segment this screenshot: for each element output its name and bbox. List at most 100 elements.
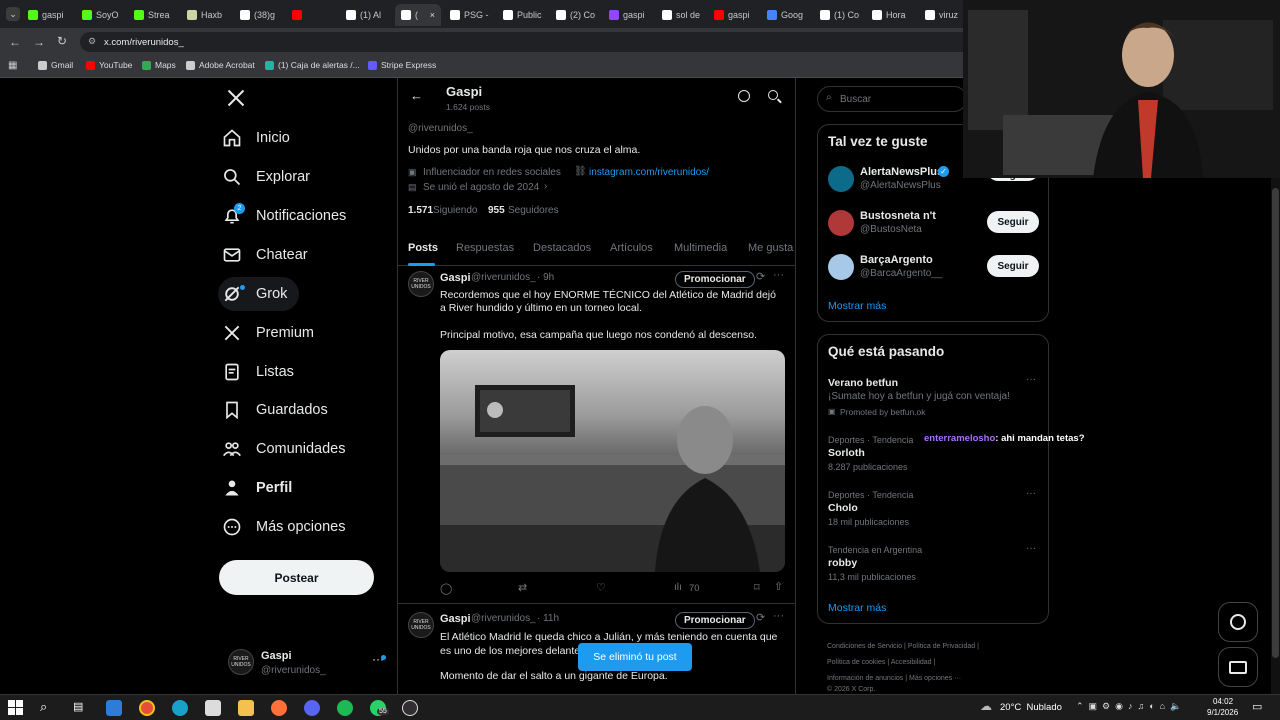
forward-icon[interactable]: → (33, 35, 45, 49)
scrollbar-thumb[interactable] (1272, 188, 1279, 658)
user-name[interactable]: BarçaArgento (860, 254, 933, 266)
firefox-icon[interactable] (271, 700, 287, 716)
following-count[interactable]: 1.571 (408, 205, 433, 216)
nav-item-mail[interactable]: Chatear (222, 238, 308, 272)
tweet-1[interactable]: RIVER UNIDOS Gaspi @riverunidos_ · 9h Pro… (398, 266, 795, 604)
browser-tab[interactable]: Strea (134, 4, 182, 26)
search-box[interactable]: ⌕ Buscar (817, 86, 967, 112)
tweet-author-handle[interactable]: @riverunidos_ (471, 272, 536, 283)
browser-tab[interactable]: Haxb (187, 4, 235, 26)
site-info-icon[interactable]: ⚙ (88, 36, 96, 47)
footer-link[interactable]: Política de cookies (827, 659, 885, 666)
browser-tab[interactable]: SoyO (82, 4, 130, 26)
promoted-trend[interactable]: Verano betfun ··· ¡Sumate hoy a betfun y… (818, 373, 1050, 423)
browser-tab[interactable]: gaspi (28, 4, 76, 26)
start-icon[interactable] (8, 700, 23, 715)
nav-item-person[interactable]: Perfil (222, 471, 292, 505)
browser-tab[interactable]: sol de (662, 4, 710, 26)
promote-button[interactable]: Promocionar (675, 612, 755, 629)
weather-icon[interactable]: ☁ (980, 699, 992, 713)
like-icon[interactable]: ♡ (596, 581, 606, 594)
post-button[interactable]: Postear (219, 560, 374, 595)
promote-button[interactable]: Promocionar (675, 271, 755, 288)
profile-link[interactable]: instagram.com/riverunidos/ (589, 167, 709, 178)
footer-link[interactable]: Política de Privacidad (908, 643, 975, 650)
browser-tab[interactable]: gaspi (714, 4, 762, 26)
browser-tab[interactable]: Public (503, 4, 551, 26)
browser-tab[interactable]: Hora (872, 4, 920, 26)
tab-multimedia[interactable]: Multimedia (674, 242, 727, 254)
tweet-more-icon[interactable]: ··· (773, 269, 784, 281)
clock-date[interactable]: 9/1/2026 (1207, 708, 1238, 717)
tab-articulos[interactable]: Artículos (610, 242, 653, 254)
tweet-avatar[interactable]: RIVER UNIDOS (408, 612, 434, 638)
apps-icon[interactable]: ▦ (8, 60, 17, 71)
trend-more-icon[interactable]: ··· (1026, 374, 1036, 385)
bookmark-item[interactable]: Stripe Express (368, 60, 436, 70)
nav-item-grok[interactable]: Grok (218, 277, 300, 311)
back-icon[interactable]: ← (9, 35, 21, 49)
nav-item-x[interactable]: Premium (222, 316, 314, 350)
user-name[interactable]: AlertaNewsPlus (860, 166, 943, 178)
messages-floating-button[interactable] (1218, 647, 1258, 687)
tab-posts[interactable]: Posts (408, 242, 438, 254)
page-scrollbar[interactable] (1271, 178, 1280, 694)
notification-icon[interactable]: ▭ (1252, 700, 1262, 713)
show-more-link[interactable]: Mostrar más (828, 602, 886, 614)
store-icon[interactable] (205, 700, 221, 716)
grok-explain-icon[interactable]: ⟳ (756, 270, 765, 283)
discord-icon[interactable] (304, 700, 320, 716)
share-icon[interactable]: ⇧ (774, 580, 783, 593)
trend-more-icon[interactable]: ··· (1026, 488, 1036, 499)
tweet-author-name[interactable]: Gaspi (440, 613, 471, 625)
spotify-icon[interactable] (337, 700, 353, 716)
tweet-time[interactable]: · 9h (537, 272, 554, 283)
bookmark-item[interactable]: (1) Caja de alertas /... (265, 60, 360, 70)
footer-link[interactable]: Más opciones ··· (909, 675, 961, 682)
nav-item-bookmark[interactable]: Guardados (222, 393, 328, 427)
repost-icon[interactable]: ⇄ (518, 581, 527, 594)
tweet-more-icon[interactable]: ··· (773, 610, 784, 622)
nav-item-more-circle[interactable]: Más opciones (222, 510, 345, 544)
grok-header-icon[interactable] (738, 90, 750, 102)
chrome-icon[interactable] (139, 700, 155, 716)
suggested-user[interactable]: BarçaArgento @BarcaArgento__ Seguir (818, 251, 1050, 291)
follow-button[interactable]: Seguir (987, 211, 1039, 233)
tab-close-icon[interactable]: × (430, 10, 435, 20)
user-name[interactable]: Bustosneta n't (860, 210, 936, 222)
bookmark-item[interactable]: Gmail (38, 60, 73, 70)
browser-tab[interactable]: (2) Co (556, 4, 604, 26)
views-icon[interactable]: ılı (674, 582, 682, 593)
edge-icon[interactable] (172, 700, 188, 716)
clock-time[interactable]: 04:02 (1213, 697, 1233, 706)
tweet-avatar[interactable]: RIVER UNIDOS (408, 271, 434, 297)
footer-link[interactable]: Información de anuncios (827, 675, 903, 682)
grok-explain-icon[interactable]: ⟳ (756, 611, 765, 624)
following-label[interactable]: Siguiendo (433, 205, 477, 216)
browser-tab[interactable] (292, 4, 340, 26)
back-arrow-icon[interactable]: ← (410, 88, 423, 103)
trend-more-icon[interactable]: ··· (1026, 543, 1036, 554)
nav-item-list[interactable]: Listas (222, 355, 294, 389)
trend-item[interactable]: Tendencia en Argentina ··· robby 11,3 mi… (818, 543, 1050, 587)
tweet-image[interactable] (440, 350, 785, 572)
reply-icon[interactable]: ◯ (440, 582, 452, 595)
browser-tab[interactable]: (1) Co (820, 4, 868, 26)
account-switcher[interactable]: RIVER UNIDOS Gaspi @riverunidos_ ··· (222, 646, 387, 682)
x-logo-icon[interactable] (226, 88, 248, 110)
trend-item[interactable]: Deportes · Tendencia ··· Cholo 18 mil pu… (818, 488, 1050, 532)
bookmark-item[interactable]: Adobe Acrobat (186, 60, 255, 70)
copilot-icon[interactable] (106, 700, 122, 716)
nav-item-search[interactable]: Explorar (222, 160, 310, 194)
follow-button[interactable]: Seguir (987, 255, 1039, 277)
followers-label[interactable]: Seguidores (508, 205, 559, 216)
tab-respuestas[interactable]: Respuestas (456, 242, 514, 254)
tab-me-gusta[interactable]: Me gusta (748, 242, 793, 254)
browser-tab[interactable]: Goog (767, 4, 815, 26)
search-taskbar-icon[interactable]: ⌕ (40, 699, 47, 715)
task-view-icon[interactable]: ▤ (73, 700, 83, 713)
url-field[interactable]: ⚙ x.com/riverunidos_ (80, 32, 980, 52)
browser-tab[interactable]: (× (395, 4, 441, 26)
tab-search-icon[interactable]: ⌄ (6, 7, 20, 21)
bookmark-tweet-icon[interactable]: ⌑ (754, 581, 760, 594)
